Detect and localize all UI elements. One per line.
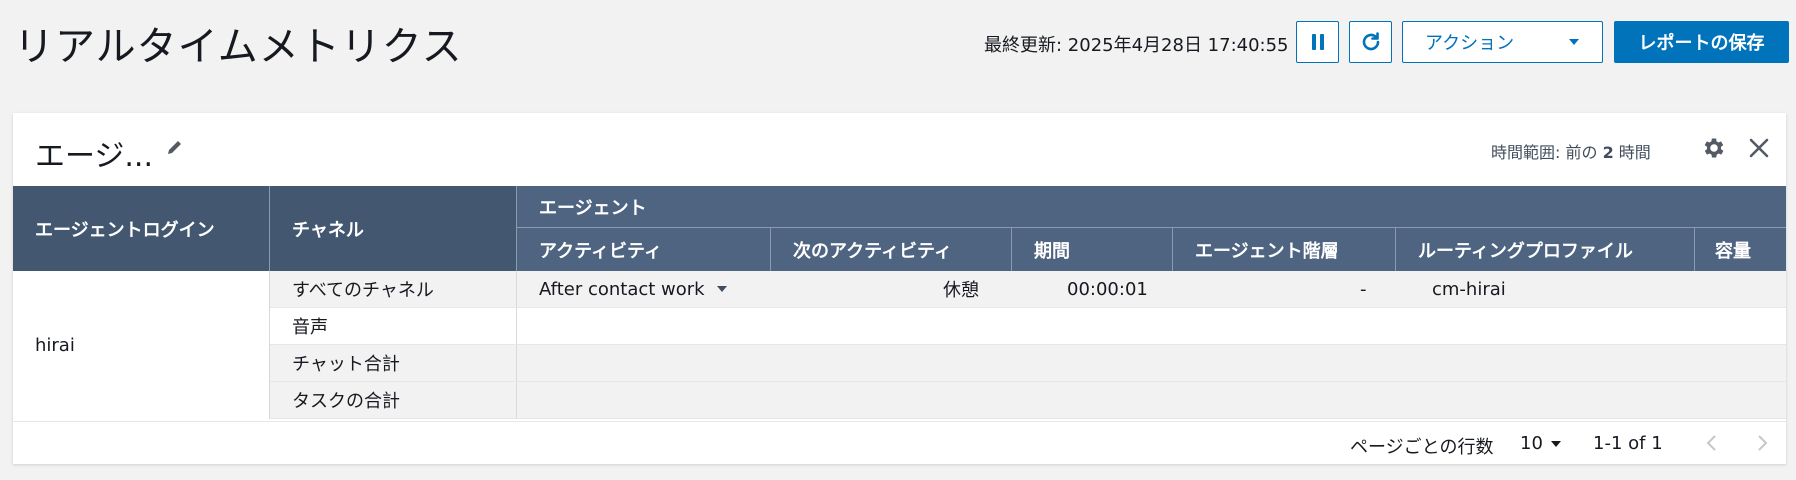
panel-title: エージ... [35,139,154,174]
col-header-routing-profile[interactable]: ルーティングプロファイル [1396,228,1695,271]
metrics-panel: エージ... 時間範囲: 前の 2 時間 エージェントログイン チャネル エージ… [13,113,1786,464]
col-capacity-label: 容量 [1715,240,1751,262]
page-title: リアルタイムメトリクス [14,24,463,70]
col-header-capacity[interactable]: 容量 [1695,228,1786,271]
channel-cell: チャット合計 [270,345,517,381]
col-group-agent: エージェント [517,186,1786,228]
page-range-text: 1-1 of 1 [1593,433,1663,454]
save-report-button[interactable]: レポートの保存 [1614,21,1789,63]
table-row: すべてのチャネル After contact work 休憩 00:00:01 … [270,271,1786,308]
caret-down-icon [716,286,727,292]
col-activity-label: アクティビティ [539,240,662,262]
table-row: チャット合計 [270,345,1786,382]
last-updated-text: 最終更新: 2025年4月28日 17:40:55 [984,35,1289,56]
refresh-icon [1362,32,1379,51]
col-duration-label: 期間 [1034,240,1070,262]
duration-cell: 00:00:01 [1067,278,1148,300]
actions-label: アクション [1425,33,1515,54]
col-header-activity[interactable]: アクティビティ [517,228,771,271]
rows-per-page-select[interactable]: 10 [1520,433,1561,454]
channel-cell: 音声 [270,308,517,344]
col-header-next-activity[interactable]: 次のアクティビティ [771,228,1012,271]
caret-down-icon [1550,440,1561,447]
pause-icon [1311,34,1324,50]
pagination-bar: ページごとの行数 10 1-1 of 1 [13,421,1786,464]
pause-button[interactable] [1296,21,1339,63]
rows-per-page-label: ページごとの行数 [1350,437,1494,458]
caret-down-icon [1569,39,1579,45]
time-range-value: 2 [1602,143,1614,162]
channel-cell: すべてのチャネル [270,271,517,307]
activity-value: After contact work [539,278,705,300]
edit-pencil-icon[interactable] [166,138,184,156]
table-body: hirai すべてのチャネル After contact work 休憩 00:… [13,271,1786,419]
col-hierarchy-label: エージェント階層 [1195,240,1339,262]
col-agent-login-label: エージェントログイン [35,219,215,241]
col-header-channel[interactable]: チャネル [270,186,517,271]
col-next-activity-label: 次のアクティビティ [793,240,952,262]
channel-cell: タスクの合計 [270,382,517,418]
time-range-suffix: 時間 [1613,143,1651,162]
col-routing-profile-label: ルーティングプロファイル [1418,240,1633,262]
next-activity-cell: 休憩 [943,280,979,301]
col-channel-label: チャネル [292,219,364,241]
col-header-hierarchy[interactable]: エージェント階層 [1173,228,1396,271]
chevron-right-icon[interactable] [1754,434,1770,452]
table-row: タスクの合計 [270,382,1786,419]
hierarchy-cell: - [1360,278,1367,300]
agent-login-cell: hirai [13,271,270,419]
actions-dropdown[interactable]: アクション [1402,21,1603,63]
col-header-duration[interactable]: 期間 [1012,228,1173,271]
close-icon[interactable] [1748,137,1770,159]
rows-per-page-value: 10 [1520,433,1543,454]
refresh-button[interactable] [1349,21,1392,63]
activity-cell[interactable]: After contact work [539,271,727,307]
col-header-agent-login[interactable]: エージェントログイン [13,186,270,271]
gear-icon[interactable] [1701,135,1727,161]
table-row: 音声 [270,308,1786,345]
routing-profile-cell: cm-hirai [1432,278,1506,300]
chevron-left-icon[interactable] [1704,434,1720,452]
time-range-prefix: 時間範囲: 前の [1491,143,1603,162]
col-agent-group-label: エージェント [539,197,647,219]
time-range-text: 時間範囲: 前の 2 時間 [1491,139,1651,163]
